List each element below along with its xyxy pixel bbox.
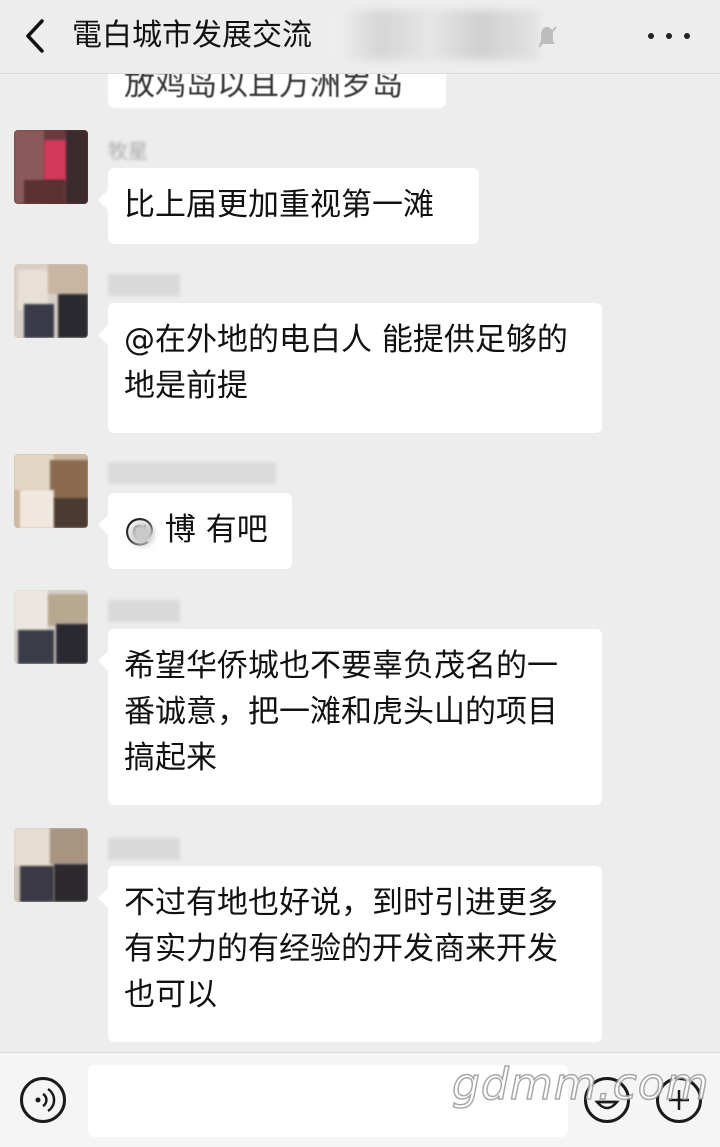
bell-off-icon [538,26,557,48]
avatar[interactable] [14,454,88,528]
message-list[interactable]: 放鸡岛以且万洲岁岛 牧星 比上届更加重视第一滩 @在外地的电白人 能提供足够的地… [0,0,720,1147]
chat-header: 電白城市发展交流 [0,0,720,74]
sender-name [108,838,180,860]
more-dot [648,33,654,39]
sender-name [108,462,276,484]
title-redaction [340,10,540,60]
message-text: @在外地的电白人 能提供足够的地是前提 [124,322,568,404]
back-button[interactable] [20,16,50,56]
message-bubble[interactable]: 希望华侨城也不要辜负茂名的一番诚意，把一滩和虎头山的项目搞起来 [98,629,602,805]
avatar[interactable] [14,130,88,204]
sender-name: 牧星 [108,139,148,163]
voice-button[interactable] [20,1077,66,1123]
message-text: 不过有地也好说，到时引进更多有实力的有经验的开发商来开发也可以 [124,885,558,1013]
chat-title: 電白城市发展交流 [72,18,312,53]
message-text: 希望华侨城也不要辜负茂名的一番诚意，把一滩和虎头山的项目搞起来 [124,648,558,776]
sender-name [108,600,180,622]
avatar[interactable] [14,590,88,664]
avatar[interactable] [14,264,88,338]
redaction-smudge [130,522,154,546]
message-bubble[interactable]: 比上届更加重视第一滩 [98,168,479,244]
message-text: 比上届更加重视第一滩 [124,187,434,223]
more-dot [684,33,690,39]
chevron-left-icon [26,19,44,53]
message-bubble[interactable]: @在外地的电白人 能提供足够的地是前提 [98,303,602,433]
sender-name [108,274,180,296]
message-bubble[interactable]: 不过有地也好说，到时引进更多有实力的有经验的开发商来开发也可以 [98,866,602,1042]
more-dot [666,33,672,39]
more-options-button[interactable] [648,24,690,48]
avatar[interactable] [14,828,88,902]
voice-icon [35,1087,56,1113]
site-watermark: gdmm.com [451,1059,710,1111]
